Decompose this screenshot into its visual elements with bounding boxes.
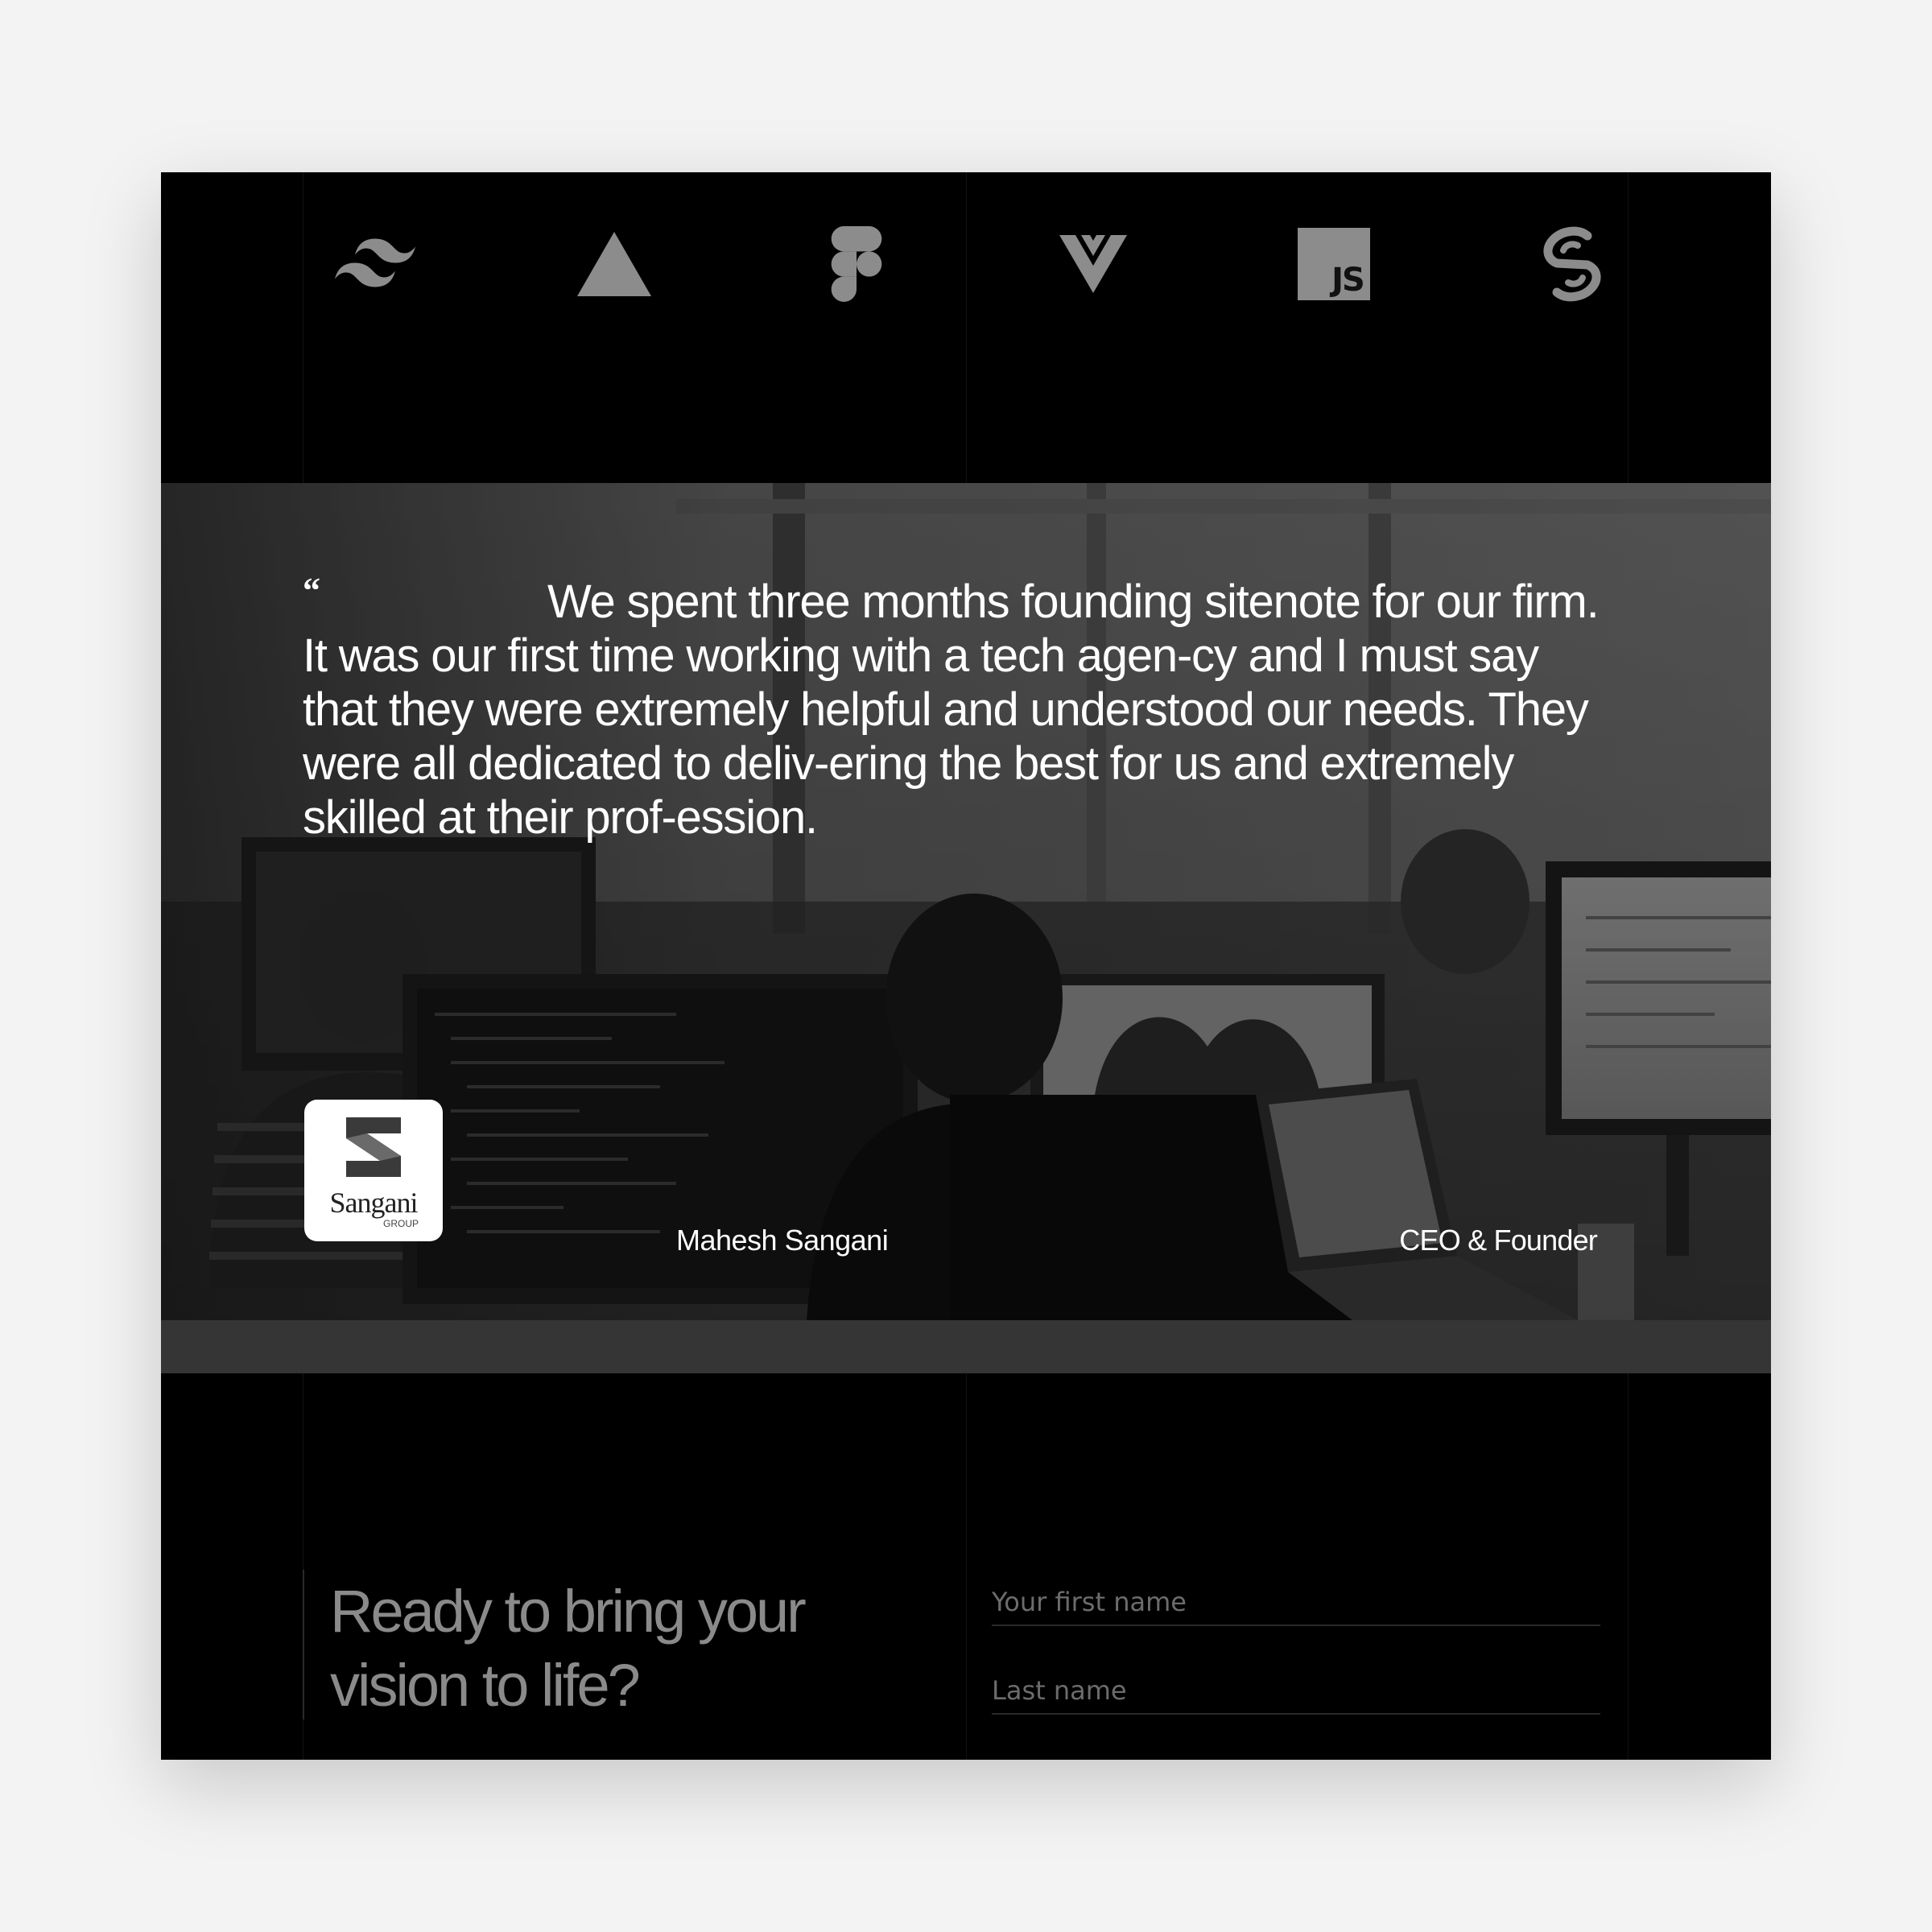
company-subtitle: GROUP bbox=[383, 1218, 419, 1229]
triangle-icon bbox=[566, 208, 663, 320]
tailwind-icon bbox=[327, 208, 423, 320]
author-name: Mahesh Sangani bbox=[676, 1224, 889, 1257]
last-name-input[interactable] bbox=[992, 1668, 1600, 1715]
testimonial-quote: We spent three months founding sitenote … bbox=[303, 576, 1600, 844]
tech-logos-row: JS bbox=[161, 172, 1771, 483]
vue-icon bbox=[1045, 208, 1141, 320]
first-name-input[interactable] bbox=[992, 1579, 1600, 1626]
svelte-icon bbox=[1525, 208, 1621, 320]
figma-icon bbox=[808, 208, 905, 320]
cta-heading: Ready to bring your vision to life? bbox=[330, 1578, 807, 1719]
javascript-label: JS bbox=[1329, 262, 1364, 299]
cta-divider bbox=[303, 1570, 304, 1719]
testimonial-section: “ We spent three months founding sitenot… bbox=[161, 483, 1771, 1373]
javascript-icon: JS bbox=[1286, 208, 1382, 320]
author-role: CEO & Founder bbox=[1399, 1224, 1598, 1257]
company-logo: Sangani GROUP bbox=[304, 1100, 443, 1241]
company-name: Sangani bbox=[330, 1187, 419, 1219]
main-card: JS “ We spent three months founding site… bbox=[161, 172, 1771, 1760]
